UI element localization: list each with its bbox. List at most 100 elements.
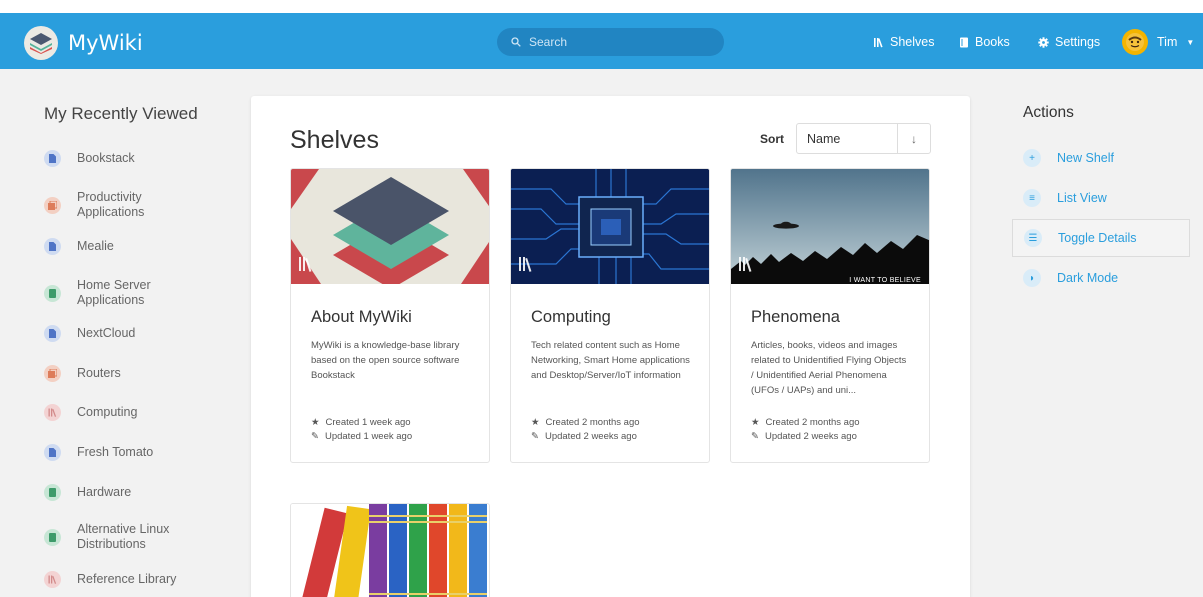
top-header: MyWiki Search Shelves Books Settings Tim…	[0, 0, 1203, 69]
recent-item-label: Reference Library	[77, 572, 177, 586]
page-icon	[44, 325, 61, 342]
recent-item-label: Computing	[77, 405, 138, 419]
shelf-title: Computing	[531, 308, 611, 326]
window-top-strip	[0, 0, 1203, 13]
actions-title: Actions	[1023, 104, 1074, 121]
shelf-description: MyWiki is a knowledge-base library based…	[311, 340, 460, 381]
recent-item[interactable]: Routers	[44, 365, 234, 382]
chapter-icon	[44, 196, 61, 214]
recent-item-label: Bookstack	[77, 151, 135, 165]
recent-item[interactable]: Productivity Applications	[44, 190, 234, 220]
created-text: Created 2 months ago	[545, 417, 640, 428]
sort-select[interactable]: Name	[797, 124, 897, 153]
book-icon	[44, 284, 61, 302]
recent-item-label: Fresh Tomato	[77, 445, 154, 459]
shelves-panel: Shelves Sort Name ↓ About MyWiki MyWiki …	[251, 96, 970, 597]
star-icon: ★	[751, 417, 760, 428]
recent-item[interactable]: Mealie	[44, 238, 234, 255]
shelf-cover-image	[511, 169, 709, 284]
list-view-button[interactable]: ≡ List View	[1012, 179, 1190, 217]
plus-icon: +	[1023, 149, 1041, 167]
sort-direction-button[interactable]: ↓	[897, 124, 930, 153]
recent-item[interactable]: Reference Library	[44, 571, 234, 588]
sort-label: Sort	[760, 132, 784, 146]
page-title: Shelves	[290, 126, 379, 154]
recent-item[interactable]: NextCloud	[44, 325, 234, 342]
recent-item[interactable]: Hardware	[44, 484, 234, 501]
shelves-icon	[874, 37, 883, 47]
recent-item-label: Routers	[77, 366, 121, 380]
toggle-details-button[interactable]: ☰ Toggle Details	[1012, 219, 1190, 257]
recent-item[interactable]: Fresh Tomato	[44, 444, 234, 461]
shelf-icon	[44, 571, 61, 588]
updated-text: Updated 1 week ago	[324, 431, 413, 442]
recent-item[interactable]: Home Server Applications	[44, 278, 234, 308]
shelf-card[interactable]	[290, 503, 490, 597]
avatar	[1122, 29, 1148, 55]
dark-mode-button[interactable]: ◗ Dark Mode	[1012, 259, 1190, 297]
recent-item-label: Home Server Applications	[77, 278, 151, 307]
chevron-down-icon: ▼	[1186, 37, 1195, 47]
action-label: Toggle Details	[1058, 231, 1137, 245]
recent-item[interactable]: Alternative Linux Distributions	[44, 522, 234, 552]
nav-books[interactable]: Books	[959, 28, 1010, 56]
star-icon: ★	[531, 417, 540, 428]
action-label: Dark Mode	[1057, 271, 1119, 285]
recent-item-label: Productivity Applications	[77, 190, 145, 219]
pencil-icon: ✎	[751, 431, 759, 442]
user-menu[interactable]: Tim ▼	[1122, 28, 1194, 56]
shelf-meta: ★ Created 2 months ago ✎ Updated 2 weeks a…	[531, 416, 640, 444]
shelf-card[interactable]: About MyWiki MyWiki is a knowledge-base …	[290, 168, 490, 463]
shelf-card[interactable]: Computing Tech related content such as H…	[510, 168, 710, 463]
page-icon	[44, 444, 61, 461]
shelf-cover-image	[291, 504, 489, 597]
recent-item[interactable]: Computing	[44, 404, 234, 421]
user-name: Tim	[1157, 35, 1178, 49]
search-placeholder: Search	[529, 35, 568, 49]
brand-link[interactable]: MyWiki	[24, 26, 143, 60]
updated-text: Updated 2 weeks ago	[764, 431, 857, 442]
book-icon	[960, 37, 968, 47]
shelf-description: Articles, books, videos and images relat…	[751, 340, 907, 396]
nav-shelves[interactable]: Shelves	[873, 28, 934, 56]
app-logo-icon	[24, 26, 58, 60]
book-icon	[44, 484, 61, 501]
page-icon	[44, 238, 61, 255]
list-icon: ≡	[1023, 189, 1041, 207]
action-label: New Shelf	[1057, 151, 1114, 165]
shelf-description: Tech related content such as Home Networ…	[531, 340, 690, 381]
recent-item-label: Mealie	[77, 239, 114, 253]
page-icon	[44, 150, 61, 167]
created-text: Created 2 months ago	[765, 417, 860, 428]
image-caption: I WANT TO BELIEVE	[849, 277, 921, 284]
shelf-card[interactable]: I WANT TO BELIEVE Phenomena Articles, bo…	[730, 168, 930, 463]
shelf-cover-image: I WANT TO BELIEVE	[731, 169, 929, 284]
shelf-title: Phenomena	[751, 308, 840, 326]
new-shelf-button[interactable]: + New Shelf	[1012, 139, 1190, 177]
shelf-meta: ★ Created 2 months ago ✎ Updated 2 weeks a…	[751, 416, 860, 444]
nav-settings-label: Settings	[1055, 35, 1101, 49]
nav-shelves-label: Shelves	[890, 35, 935, 49]
details-icon: ☰	[1024, 229, 1042, 247]
nav-books-label: Books	[975, 35, 1010, 49]
app-name: MyWiki	[68, 31, 143, 55]
moon-icon: ◗	[1023, 269, 1041, 287]
updated-text: Updated 2 weeks ago	[544, 431, 637, 442]
star-icon: ★	[311, 417, 320, 428]
nav-settings[interactable]: Settings	[1038, 28, 1100, 56]
actions-panel: Actions + New Shelf ≡ List View ☰ Toggle…	[1012, 104, 1190, 287]
recent-item-label: Alternative Linux Distributions	[77, 522, 170, 551]
chapter-icon	[44, 365, 61, 382]
shelf-meta: ★ Created 1 week ago ✎ Updated 1 week ago	[311, 416, 412, 444]
recently-viewed-panel: My Recently Viewed Bookstack Productivit…	[44, 104, 234, 588]
search-icon	[511, 37, 521, 47]
gear-icon	[1038, 36, 1049, 48]
sort-control: Name ↓	[796, 123, 931, 154]
recently-viewed-title: My Recently Viewed	[44, 104, 198, 123]
shelf-title: About MyWiki	[311, 308, 412, 326]
recent-item-label: Hardware	[77, 485, 132, 499]
recent-item[interactable]: Bookstack	[44, 150, 234, 167]
book-icon	[44, 528, 61, 546]
search-input[interactable]: Search	[497, 28, 724, 56]
pencil-icon: ✎	[311, 431, 319, 442]
